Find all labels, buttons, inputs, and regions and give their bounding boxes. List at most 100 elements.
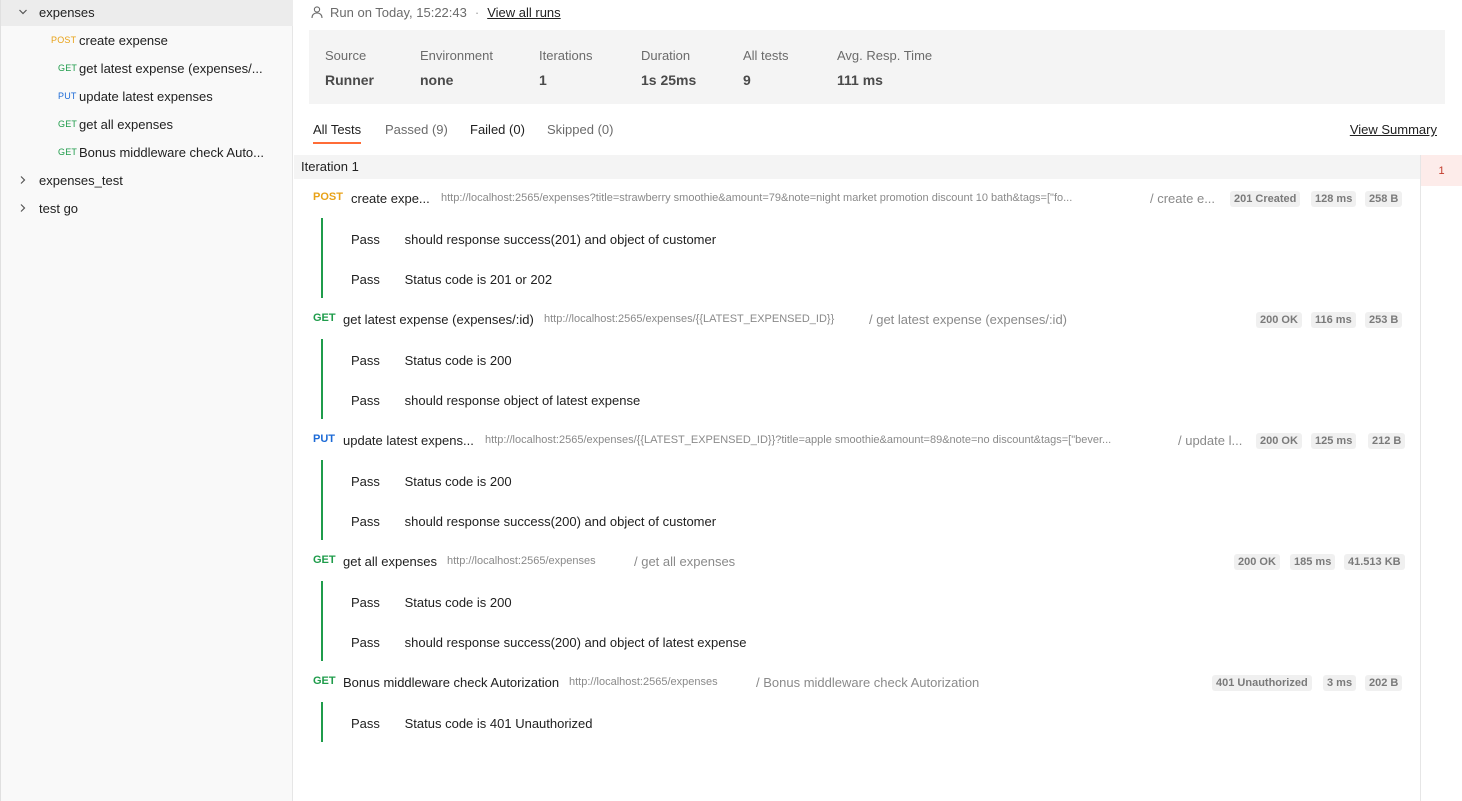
request-url: http://localhost:2565/expenses/{{LATEST_… — [485, 434, 1112, 446]
request-path: / create e... — [1150, 191, 1216, 206]
request-path: / Bonus middleware check Autorization — [756, 675, 980, 690]
test-name: should response success(200) and object … — [404, 514, 717, 529]
sidebar-request-update-latest-expenses[interactable]: PUT update latest expenses — [1, 82, 293, 110]
test-result-row: Pass should response object of latest ex… — [351, 393, 640, 408]
view-all-runs-link[interactable]: View all runs — [487, 5, 560, 20]
folder-label: expenses — [39, 4, 95, 20]
iteration-number: 1 — [1438, 164, 1445, 177]
iteration-nav-item[interactable]: 1 — [1421, 155, 1462, 186]
sidebar-request-get-all-expenses[interactable]: GET get all expenses — [1, 110, 293, 138]
request-path: / update l... — [1178, 433, 1243, 448]
test-result-row: Pass Status code is 200 — [351, 595, 512, 610]
iteration-header: Iteration 1 — [294, 155, 1420, 179]
test-name: should response success(200) and object … — [404, 635, 747, 650]
test-status-bar — [321, 460, 323, 540]
result-request: GET Bonus middleware check Autorization … — [294, 675, 1420, 745]
stat-value: none — [420, 72, 454, 88]
sidebar-folder-expenses[interactable]: expenses — [1, 0, 293, 26]
run-summary: Source Runner Environment none Iteration… — [309, 30, 1445, 104]
stat-environment: Environment none — [420, 48, 493, 88]
user-icon — [310, 5, 324, 19]
request-label: update latest expenses — [79, 88, 213, 104]
request-name: get latest expense (expenses/:id) — [343, 312, 534, 327]
test-result-row: Pass Status code is 200 — [351, 474, 512, 489]
test-status: Pass — [351, 635, 380, 650]
test-status: Pass — [351, 232, 380, 247]
chevron-down-icon — [17, 6, 29, 18]
test-status: Pass — [351, 393, 380, 408]
result-request-header[interactable]: GET get all expenses http://localhost:25… — [313, 554, 1405, 570]
separator: · — [474, 4, 480, 20]
method-badge: POST — [51, 35, 77, 45]
stat-label: Avg. Resp. Time — [837, 48, 933, 63]
result-request-header[interactable]: GET get latest expense (expenses/:id) ht… — [313, 312, 1403, 328]
result-request-header[interactable]: POST create expe... http://localhost:256… — [313, 191, 1403, 207]
stat-value: 9 — [743, 72, 751, 88]
test-status-bar — [321, 702, 323, 742]
request-url: http://localhost:2565/expenses/{{LATEST_… — [544, 313, 835, 325]
test-result-row: Pass should response success(200) and ob… — [351, 514, 716, 529]
method-badge: POST — [313, 191, 343, 203]
stat-value: 1s 25ms — [641, 72, 697, 88]
stat-value: 1 — [539, 72, 547, 88]
test-name: should response success(201) and object … — [404, 232, 717, 247]
request-label: get latest expense (expenses/... — [79, 60, 263, 76]
run-results-panel: Run on Today, 15:22:43 · View all runs S… — [294, 0, 1462, 801]
request-name: get all expenses — [343, 554, 437, 569]
stat-iterations: Iterations 1 — [539, 48, 592, 88]
folder-label: expenses_test — [39, 172, 123, 188]
method-badge: PUT — [313, 433, 335, 445]
method-badge: GET — [58, 147, 78, 157]
test-name: Status code is 200 — [404, 595, 512, 610]
test-name: Status code is 200 — [404, 353, 512, 368]
result-request: GET get all expenses http://localhost:25… — [294, 554, 1420, 664]
stat-duration: Duration 1s 25ms — [641, 48, 696, 88]
sidebar-folder-test-go[interactable]: test go — [1, 194, 293, 222]
status-badge: 200 OK — [1256, 312, 1302, 328]
method-badge: GET — [313, 312, 336, 324]
response-time-badge: 185 ms — [1290, 554, 1336, 570]
tab-skipped[interactable]: Skipped (0) — [547, 122, 613, 146]
method-badge: GET — [313, 675, 336, 687]
status-badge: 201 Created — [1230, 191, 1301, 207]
test-status-bar — [321, 339, 323, 419]
sidebar-request-get-latest-expense[interactable]: GET get latest expense (expenses/... — [1, 54, 293, 82]
tab-failed[interactable]: Failed (0) — [470, 122, 525, 146]
test-name: Status code is 401 Unauthorized — [404, 716, 593, 731]
test-result-row: Pass Status code is 200 — [351, 353, 512, 368]
result-request-header[interactable]: GET Bonus middleware check Autorization … — [313, 675, 1403, 691]
request-path: / get latest expense (expenses/:id) — [869, 312, 1068, 327]
test-status: Pass — [351, 514, 380, 529]
method-badge: GET — [313, 554, 336, 566]
request-url: http://localhost:2565/expenses — [569, 676, 718, 688]
test-name: Status code is 200 — [404, 474, 512, 489]
test-result-row: Pass Status code is 201 or 202 — [351, 272, 552, 287]
method-badge: GET — [58, 119, 78, 129]
tab-all-tests[interactable]: All Tests — [313, 122, 362, 146]
view-summary-link[interactable]: View Summary — [1350, 122, 1437, 137]
result-request-header[interactable]: PUT update latest expens... http://local… — [313, 433, 1406, 449]
status-badge: 200 OK — [1234, 554, 1280, 570]
test-result-row: Pass Status code is 401 Unauthorized — [351, 716, 593, 731]
stat-all-tests: All tests 9 — [743, 48, 789, 88]
request-url: http://localhost:2565/expenses?title=str… — [441, 192, 1073, 204]
stat-label: Environment — [420, 48, 493, 63]
sidebar-request-create-expense[interactable]: POST create expense — [1, 26, 293, 54]
sidebar-request-bonus-middleware[interactable]: GET Bonus middleware check Auto... — [1, 138, 293, 166]
stat-avg-resp-time: Avg. Resp. Time 111 ms — [837, 48, 932, 88]
result-request: POST create expe... http://localhost:256… — [294, 191, 1420, 301]
response-time-badge: 125 ms — [1311, 433, 1357, 449]
test-status: Pass — [351, 272, 380, 287]
response-size-badge: 253 B — [1365, 312, 1403, 328]
tab-passed[interactable]: Passed (9) — [385, 122, 448, 146]
run-info: Run on Today, 15:22:43 · View all runs — [310, 4, 561, 20]
stat-label: Duration — [641, 48, 691, 63]
test-status: Pass — [351, 595, 380, 610]
sidebar-folder-expenses-test[interactable]: expenses_test — [1, 166, 293, 194]
test-name: should response object of latest expense — [404, 393, 641, 408]
request-label: create expense — [79, 32, 168, 48]
status-badge: 200 OK — [1256, 433, 1302, 449]
chevron-right-icon — [17, 202, 29, 214]
response-size-badge: 202 B — [1365, 675, 1403, 691]
response-time-badge: 116 ms — [1311, 312, 1356, 328]
